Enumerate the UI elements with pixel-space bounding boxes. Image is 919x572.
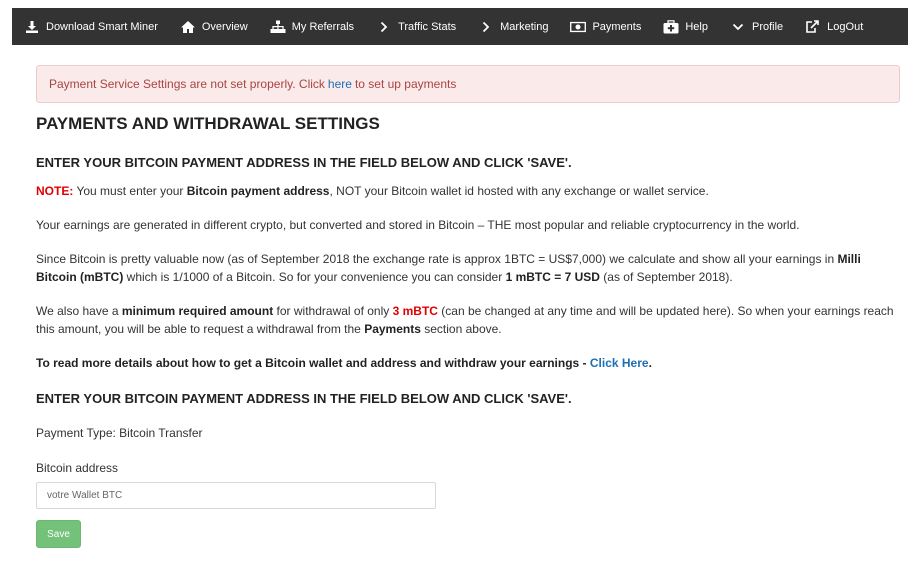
chevron-down-icon bbox=[730, 19, 746, 35]
bitcoin-address-label: Bitcoin address bbox=[36, 461, 119, 475]
min-payments: Payments bbox=[364, 322, 421, 336]
download-icon bbox=[24, 19, 40, 35]
min-emphasis: minimum required amount bbox=[121, 304, 274, 318]
mbtc-text: Since Bitcoin is pretty valuable now (as… bbox=[36, 252, 835, 266]
note-paragraph: NOTE: You must enter your Bitcoin paymen… bbox=[36, 182, 898, 200]
nav-download-smart-miner[interactable]: Download Smart Miner bbox=[24, 19, 158, 35]
note-text: You must enter your bbox=[76, 184, 184, 198]
nav-overview[interactable]: Overview bbox=[180, 19, 248, 35]
home-icon bbox=[180, 19, 196, 35]
note-text-end: , NOT your Bitcoin wallet id hosted with… bbox=[329, 184, 709, 198]
top-navbar: Download Smart Miner Overview My Referra… bbox=[12, 8, 908, 45]
nav-my-referrals[interactable]: My Referrals bbox=[270, 19, 354, 35]
mbtc-text-2: which is 1/1000 of a Bitcoin. So for you… bbox=[126, 270, 503, 284]
save-button[interactable]: Save bbox=[36, 520, 81, 548]
chevron-right-icon bbox=[478, 19, 494, 35]
nav-payments[interactable]: Payments bbox=[570, 19, 641, 35]
nav-logout[interactable]: LogOut bbox=[805, 19, 863, 35]
mbtc-rate: 1 mBTC = 7 USD bbox=[505, 270, 600, 284]
alert-text: Payment Service Settings are not set pro… bbox=[49, 77, 325, 91]
min-amount: 3 mBTC bbox=[392, 304, 438, 318]
min-text-2: for withdrawal of only bbox=[276, 304, 390, 318]
section-heading: ENTER YOUR BITCOIN PAYMENT ADDRESS IN TH… bbox=[36, 155, 572, 170]
nav-profile[interactable]: Profile bbox=[730, 19, 783, 35]
note-emphasis: Bitcoin payment address bbox=[186, 184, 330, 198]
payment-settings-alert: Payment Service Settings are not set pro… bbox=[36, 65, 900, 103]
alert-setup-link[interactable]: here bbox=[328, 77, 352, 91]
nav-label: My Referrals bbox=[291, 20, 355, 33]
nav-label: Download Smart Miner bbox=[46, 20, 158, 33]
nav-label: Overview bbox=[201, 20, 248, 33]
nav-label: Help bbox=[685, 20, 708, 33]
note-label: NOTE: bbox=[36, 184, 74, 198]
mbtc-text-3: (as of September 2018). bbox=[603, 270, 733, 284]
min-text: We also have a bbox=[36, 304, 119, 318]
alert-text-end: to set up payments bbox=[354, 77, 457, 91]
nav-help[interactable]: Help bbox=[663, 19, 708, 35]
money-icon bbox=[570, 19, 587, 35]
sitemap-icon bbox=[270, 19, 286, 35]
nav-traffic-stats[interactable]: Traffic Stats bbox=[376, 19, 456, 35]
page-title: PAYMENTS AND WITHDRAWAL SETTINGS bbox=[36, 114, 380, 133]
minimum-paragraph: We also have a minimum required amount f… bbox=[36, 302, 898, 338]
nav-label: Payments bbox=[592, 20, 642, 33]
nav-marketing[interactable]: Marketing bbox=[478, 19, 548, 35]
nav-label: Traffic Stats bbox=[398, 20, 457, 33]
nav-label: Profile bbox=[751, 20, 784, 33]
click-here-link[interactable]: Click Here bbox=[590, 356, 649, 370]
bitcoin-address-input[interactable] bbox=[36, 482, 436, 509]
earnings-paragraph: Your earnings are generated in different… bbox=[36, 218, 800, 232]
nav-label: Marketing bbox=[500, 20, 549, 33]
min-text-4: section above. bbox=[424, 322, 502, 336]
medkit-icon bbox=[663, 19, 679, 35]
chevron-right-icon bbox=[376, 19, 392, 35]
nav-label: LogOut bbox=[827, 20, 864, 33]
more-details-paragraph: To read more details about how to get a … bbox=[36, 354, 898, 372]
logout-icon bbox=[805, 19, 821, 35]
mbtc-paragraph: Since Bitcoin is pretty valuable now (as… bbox=[36, 250, 898, 286]
more-details-end: . bbox=[648, 356, 652, 370]
payment-type: Payment Type: Bitcoin Transfer bbox=[36, 426, 203, 440]
more-details-text: To read more details about how to get a … bbox=[36, 356, 587, 370]
section-heading-2: ENTER YOUR BITCOIN PAYMENT ADDRESS IN TH… bbox=[36, 391, 572, 406]
